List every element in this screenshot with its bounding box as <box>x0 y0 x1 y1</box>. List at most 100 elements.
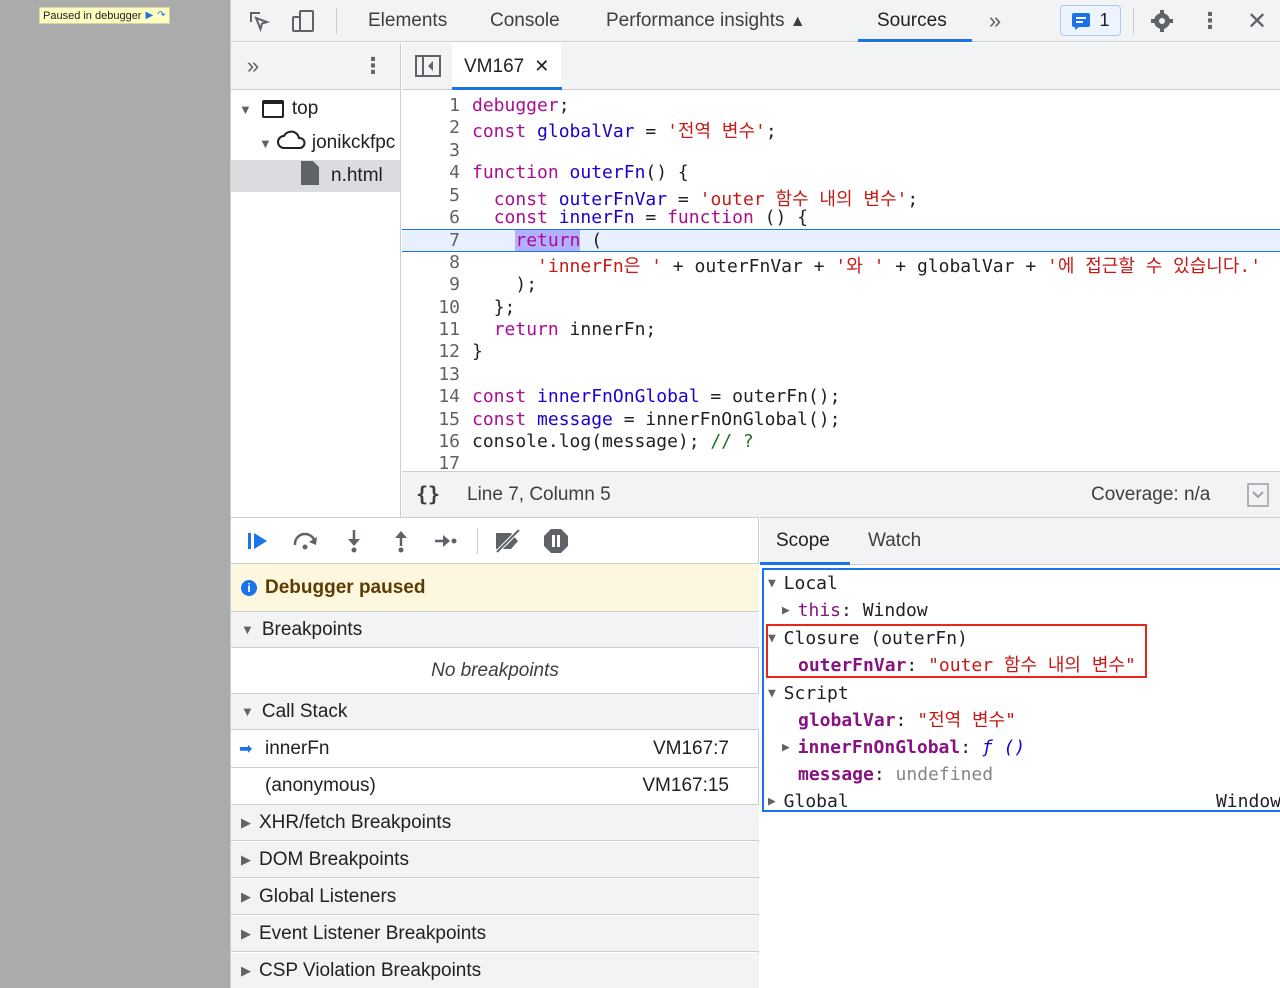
code-line: 5 const outerFnVar = 'outer 함수 내의 변수'; <box>449 184 919 210</box>
code-line: 3 <box>449 139 460 161</box>
event-listener-breakpoints-section-header[interactable]: ▶ Event Listener Breakpoints <box>231 916 759 952</box>
tree-item-top[interactable]: ▼ top <box>239 93 318 125</box>
code-editor: VM167 ✕ 1 debugger; 2 const globalVar = '전… <box>402 43 1280 517</box>
call-frame-location: VM167:15 <box>642 775 729 796</box>
scope-property[interactable]: globalVar: "전역 변수" <box>798 707 1016 734</box>
paused-badge-label: Paused in debugger <box>43 9 142 22</box>
info-icon: i <box>241 579 257 596</box>
scope-title: Global <box>783 791 849 812</box>
step-out-icon[interactable] <box>386 526 416 556</box>
tab-performance-insights[interactable]: Performance insights ▲ <box>606 0 806 42</box>
device-toolbar-icon[interactable] <box>289 7 317 35</box>
more-options-kebab-icon[interactable]: ⋮ <box>1196 7 1224 35</box>
code-line: 14 const innerFnOnGlobal = outerFn(); <box>438 386 841 408</box>
call-frame-function: (anonymous) <box>265 775 376 796</box>
tab-sources[interactable]: Sources <box>877 0 947 42</box>
tab-performance-insights-label: Performance insights <box>606 10 785 31</box>
breakpoints-title: Breakpoints <box>261 618 363 640</box>
call-stack-frame[interactable]: ➡ innerFn VM167:7 <box>231 730 759 768</box>
issues-button[interactable]: 1 <box>1060 5 1121 36</box>
editor-tab-bar: VM167 ✕ <box>402 43 1280 90</box>
scope-title: Script <box>783 683 849 704</box>
tree-label-top: top <box>291 98 319 119</box>
deactivate-breakpoints-icon[interactable] <box>493 526 523 556</box>
file-navigator: » ⋮ ▼ top ▼ jonikckfpc n.html <box>231 43 401 517</box>
call-frame-location: VM167:7 <box>652 737 729 759</box>
scope-property[interactable]: ▶ this: Window <box>782 597 928 624</box>
editor-file-tab[interactable]: VM167 ✕ <box>452 43 562 90</box>
scope-script-header[interactable]: ▼ Script <box>768 680 849 707</box>
expand-triangle-icon: ▼ <box>239 101 252 117</box>
dom-breakpoints-section-header[interactable]: ▶ DOM Breakpoints <box>231 842 759 878</box>
collapsed-triangle-icon: ▶ <box>782 603 798 618</box>
property-key: this <box>797 600 842 621</box>
global-scope-value: Window <box>1215 791 1280 812</box>
cloud-icon <box>276 130 306 156</box>
scope-property[interactable]: message: undefined <box>798 761 993 788</box>
more-navigator-tabs-icon[interactable]: » <box>239 52 267 80</box>
collapsed-triangle-icon: ▶ <box>241 851 251 867</box>
expand-triangle-icon: ▼ <box>768 576 784 591</box>
tree-item-file[interactable]: n.html <box>231 160 400 192</box>
tab-scope[interactable]: Scope <box>760 518 846 565</box>
more-tabs-chevron-icon[interactable]: » <box>981 7 1009 35</box>
breakpoints-section-header[interactable]: ▼ Breakpoints <box>231 612 759 648</box>
code-view[interactable]: 1 debugger; 2 const globalVar = '전역 변수'; 3… <box>402 91 1280 471</box>
resume-script-icon[interactable] <box>243 526 273 556</box>
step-into-icon[interactable] <box>339 526 369 556</box>
toolbar-divider <box>477 528 478 554</box>
scope-global-header[interactable]: ▶ Global Window <box>768 788 1280 815</box>
tree-label-file: n.html <box>331 165 383 186</box>
scope-watch-panel: Scope Watch ▼ Local ▶ this: Window ▼ Clo… <box>760 517 1280 988</box>
pause-on-exceptions-icon[interactable] <box>541 526 571 556</box>
resume-icon[interactable]: ▶︎ <box>145 10 153 21</box>
step-icon[interactable] <box>431 526 461 556</box>
collapsed-triangle-icon: ▶ <box>782 740 798 755</box>
active-tab-indicator <box>858 39 972 42</box>
code-line: 4 function outerFn() { <box>449 162 689 184</box>
frame-window-icon <box>261 100 284 118</box>
tree-item-domain[interactable]: ▼ jonikckfpc <box>259 127 401 159</box>
debugger-paused-message: i Debugger paused <box>231 564 759 612</box>
code-line: 16 console.log(message); // ? <box>438 431 754 452</box>
main-tab-bar: Elements Console Performance insights ▲ … <box>231 0 1280 42</box>
xhr-breakpoints-section-header[interactable]: ▶ XHR/fetch Breakpoints <box>231 805 759 841</box>
tab-watch[interactable]: Watch <box>852 518 937 565</box>
scope-local-header[interactable]: ▼ Local <box>768 570 838 597</box>
navigator-menu-kebab-icon[interactable]: ⋮ <box>359 52 387 80</box>
tab-console[interactable]: Console <box>490 0 560 42</box>
scope-property[interactable]: ▶ innerFnOnGlobal: ƒ () <box>782 734 1025 761</box>
csp-violation-breakpoints-section-header[interactable]: ▶ CSP Violation Breakpoints <box>231 953 759 988</box>
tab-elements[interactable]: Elements <box>368 0 447 42</box>
code-line: 6 const innerFn = function () { <box>449 207 808 228</box>
pretty-print-braces-icon[interactable]: {} <box>416 482 440 506</box>
property-value: Window <box>862 600 928 621</box>
global-listeners-section-header[interactable]: ▶ Global Listeners <box>231 879 759 915</box>
paused-in-debugger-badge: Paused in debugger ▶︎ ↷ <box>39 7 170 24</box>
collapsed-triangle-icon: ▶ <box>768 794 784 809</box>
inspect-element-icon[interactable] <box>245 7 273 35</box>
tree-label-domain: jonikckfpc <box>311 132 396 153</box>
property-value: ƒ () <box>981 737 1026 758</box>
toggle-navigator-icon[interactable] <box>414 52 442 80</box>
editor-status-bar: {} Line 7, Column 5 Coverage: n/a <box>402 471 1280 517</box>
call-stack-frame[interactable]: (anonymous) VM167:15 <box>231 768 759 805</box>
debugger-sidebar: i Debugger paused ▼ Breakpoints No break… <box>231 517 759 988</box>
expand-triangle-icon: ▼ <box>259 135 272 151</box>
call-stack-section-header[interactable]: ▼ Call Stack <box>231 694 759 730</box>
step-over-icon[interactable] <box>291 526 321 556</box>
no-breakpoints-text: No breakpoints <box>431 659 559 681</box>
coverage-toggle-icon[interactable] <box>1247 483 1269 513</box>
active-file-tab-indicator <box>452 87 562 90</box>
expand-triangle-icon: ▼ <box>241 622 254 637</box>
code-line: 15 const message = innerFnOnGlobal(); <box>438 408 841 430</box>
cursor-position: Line 7, Column 5 <box>467 484 611 505</box>
step-over-icon[interactable]: ↷ <box>157 10 165 21</box>
close-tab-icon[interactable]: ✕ <box>534 56 549 77</box>
collapsed-triangle-icon: ▶ <box>241 888 251 904</box>
code-line: 10 }; <box>438 296 516 318</box>
editor-file-tab-title: VM167 <box>464 55 525 77</box>
close-devtools-icon[interactable]: ✕ <box>1243 7 1271 35</box>
section-title: Global Listeners <box>259 885 397 907</box>
settings-gear-icon[interactable] <box>1148 7 1176 35</box>
